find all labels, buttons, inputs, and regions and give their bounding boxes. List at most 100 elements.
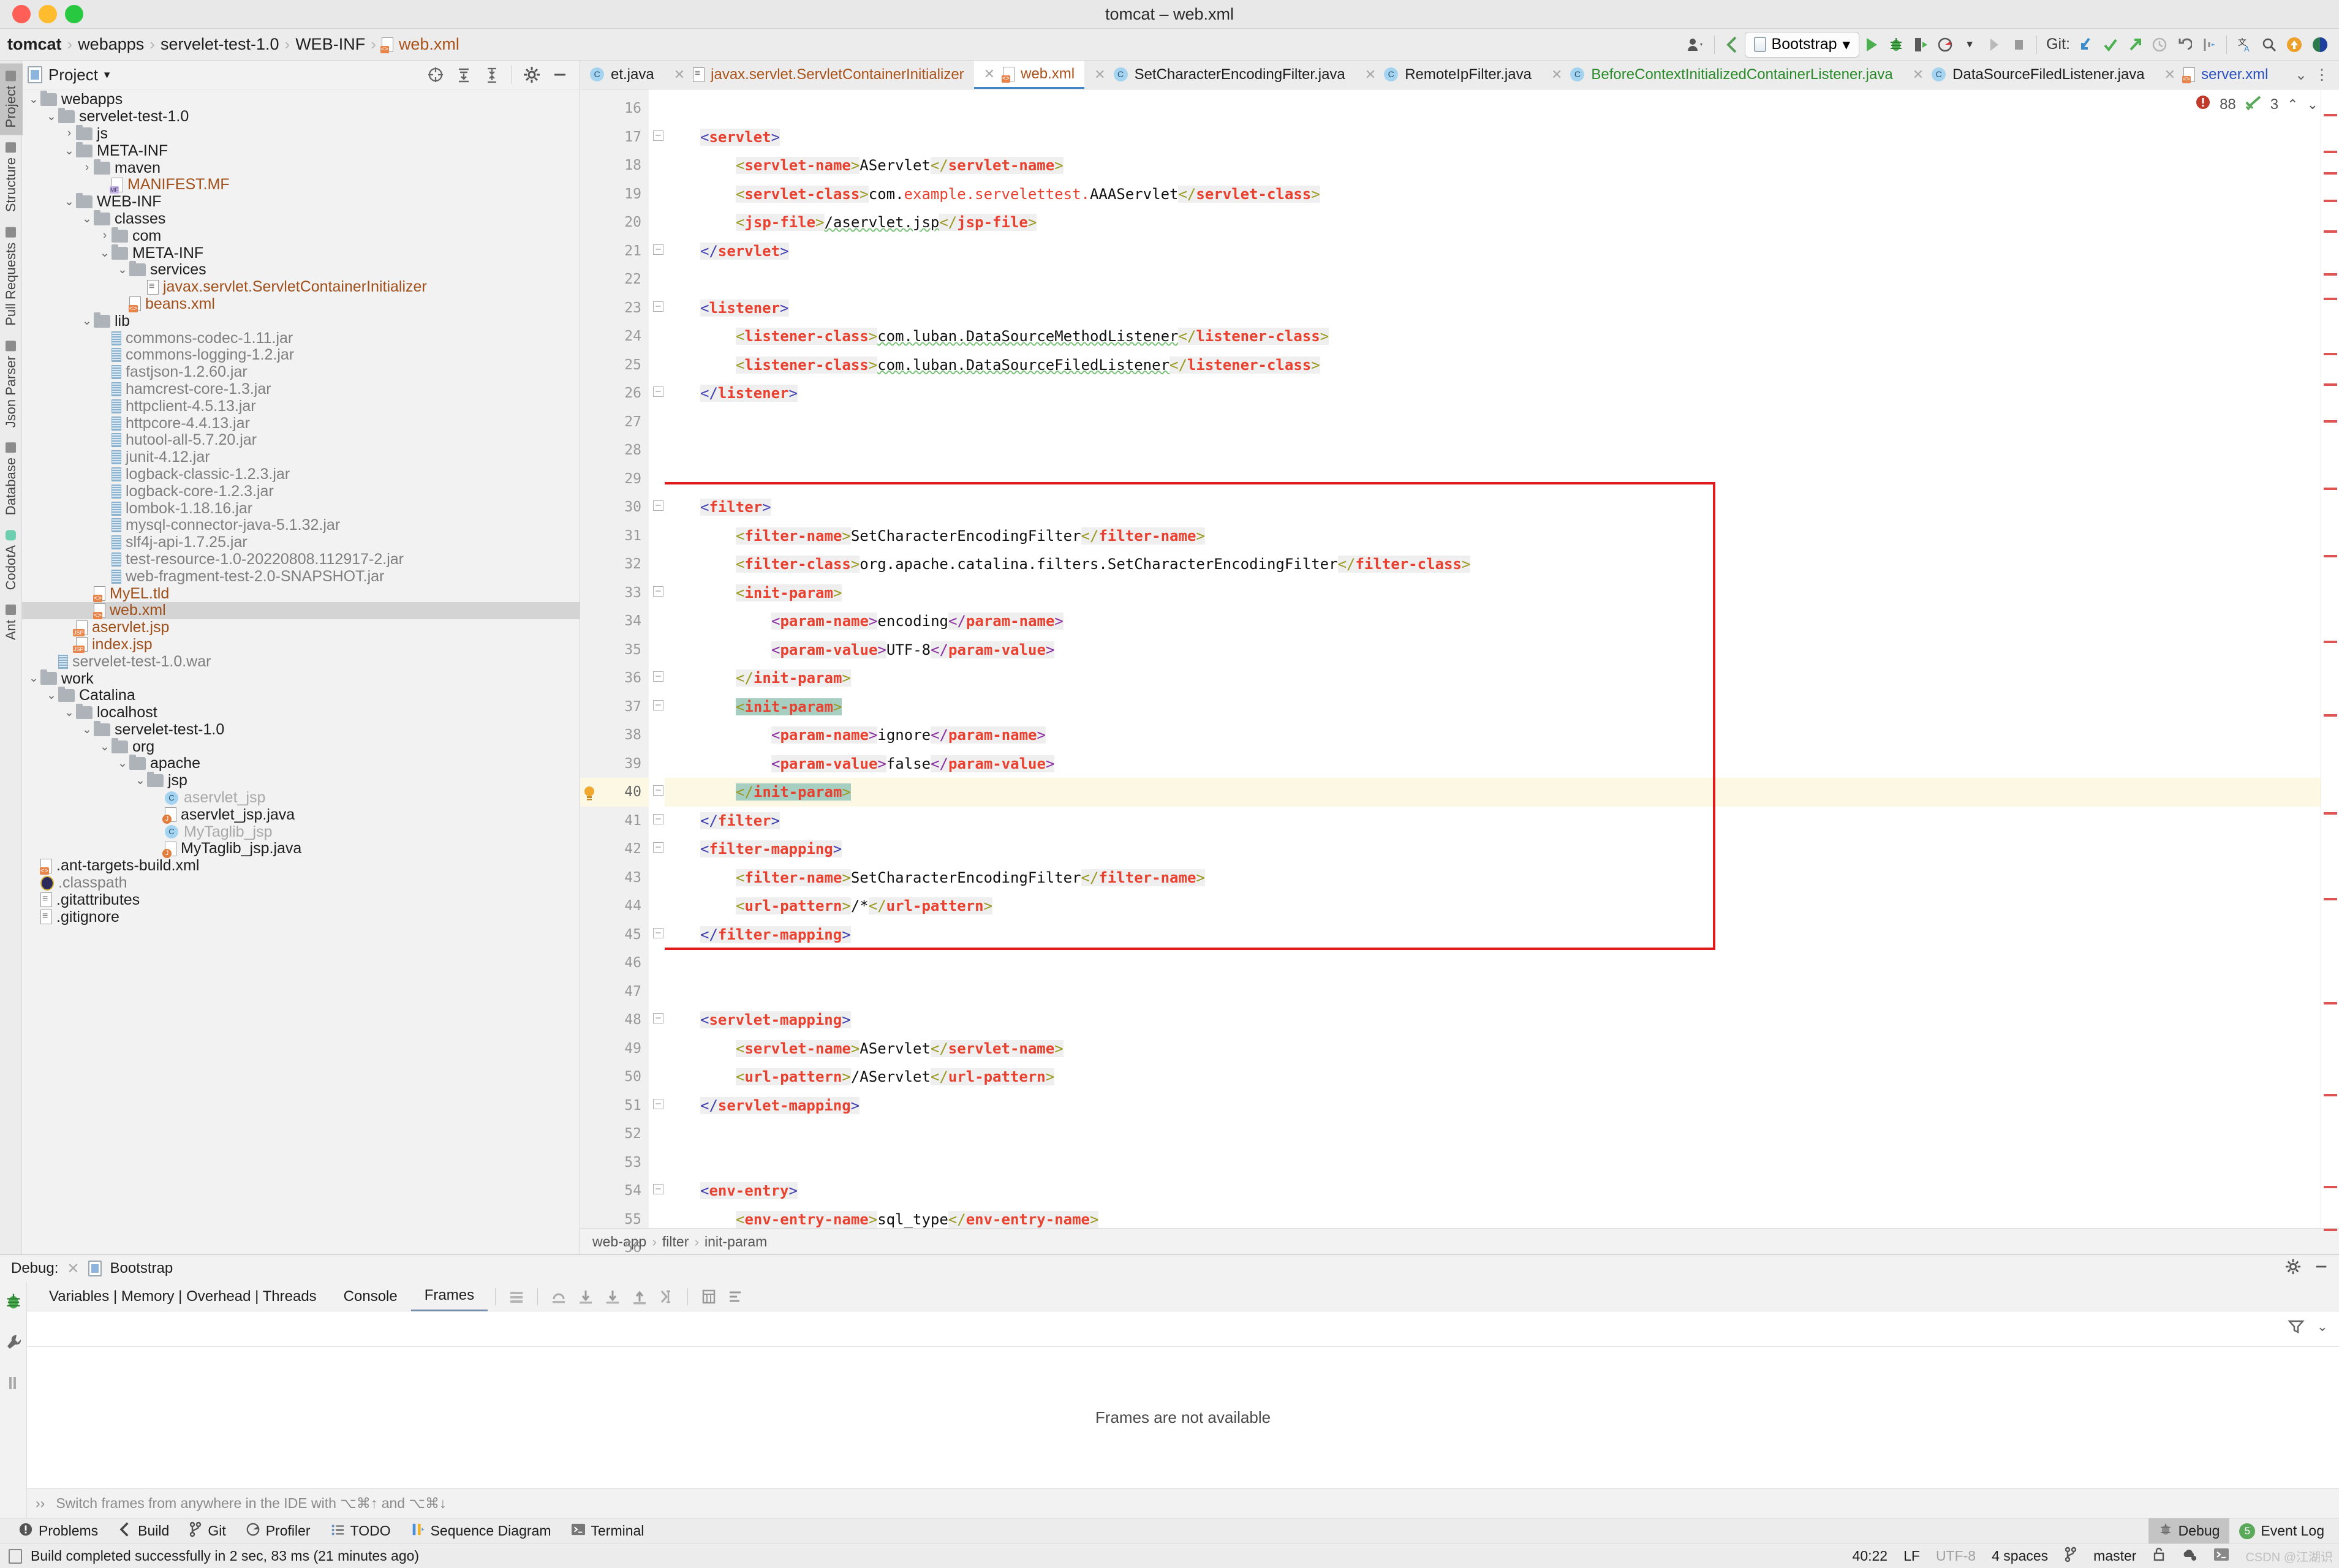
tree-node[interactable]: ⌄ META-INF <box>22 244 580 262</box>
fold-end-icon[interactable]: – <box>653 927 663 938</box>
debug-tab[interactable]: Console <box>330 1282 411 1311</box>
tree-node[interactable]: ⌄ classes <box>22 209 580 228</box>
code-line[interactable]: </filter> <box>665 807 2321 835</box>
tool-strip-project[interactable]: Project <box>0 63 23 135</box>
tool-window-profiler[interactable]: Profiler <box>236 1518 320 1544</box>
tool-strip-codota[interactable]: CodotA <box>0 522 23 597</box>
code-line[interactable]: <init-param> <box>665 579 2321 608</box>
breadcrumb-item-file[interactable]: web.xml <box>379 35 462 54</box>
code-line[interactable]: <init-param> <box>665 693 2321 722</box>
tree-node[interactable]: MyEL.tld <box>22 585 580 602</box>
code-content[interactable]: <servlet> <servlet-name>AServlet</servlet… <box>665 89 2321 1228</box>
tree-node[interactable]: servelet-test-1.0.war <box>22 653 580 670</box>
back-arrow-icon[interactable] <box>1720 31 1745 58</box>
settings-wrench-icon[interactable] <box>4 1333 23 1355</box>
tree-node[interactable]: ⌄ servelet-test-1.0 <box>22 108 580 126</box>
tree-node[interactable]: web.xml <box>22 601 580 619</box>
tool-window-debug[interactable]: Debug <box>2148 1518 2230 1544</box>
editor-breadcrumb[interactable]: web-app › filter › init-param <box>580 1228 2339 1254</box>
editor-tab[interactable]: ✕ web.xml <box>973 61 1085 89</box>
chevron-down-icon[interactable]: ⌄ <box>80 723 94 737</box>
chevron-down-icon[interactable]: ▾ <box>104 68 110 82</box>
fold-region[interactable]: – <box>649 835 665 864</box>
chevron-down-icon[interactable]: ⌄ <box>134 774 147 788</box>
tree-node[interactable]: beans.xml <box>22 295 580 313</box>
tool-strip-structure[interactable]: Structure <box>0 135 23 219</box>
tree-node[interactable]: slf4j-api-1.7.25.jar <box>22 533 580 551</box>
fold-collapse-icon[interactable]: – <box>653 1184 663 1194</box>
fold-region[interactable]: – <box>649 664 665 693</box>
code-line[interactable] <box>665 465 2321 494</box>
step-over-icon[interactable] <box>545 1283 572 1310</box>
editor-breadcrumb-item[interactable]: filter <box>662 1234 689 1250</box>
rollback-icon[interactable] <box>2172 31 2196 58</box>
user-avatar-icon[interactable] <box>1682 31 1709 58</box>
tree-node[interactable]: hamcrest-core-1.3.jar <box>22 380 580 398</box>
code-line[interactable]: <env-entry-name>sql_type</env-entry-name… <box>665 1205 2321 1229</box>
code-line[interactable]: <url-pattern>/AServlet</url-pattern> <box>665 1063 2321 1091</box>
tree-node[interactable]: web-fragment-test-2.0-SNAPSHOT.jar <box>22 568 580 585</box>
chevron-down-icon[interactable]: ⌄ <box>62 195 76 209</box>
tree-node[interactable]: index.jsp <box>22 636 580 654</box>
code-line[interactable]: <filter-mapping> <box>665 835 2321 864</box>
stop-icon[interactable] <box>2006 31 2031 58</box>
tree-node[interactable]: ⌄ jsp <box>22 772 580 790</box>
code-line[interactable]: <filter-name>SetCharacterEncodingFilter<… <box>665 522 2321 551</box>
fold-collapse-icon[interactable]: – <box>653 301 663 312</box>
chevron-down-icon[interactable]: ⌄ <box>116 263 129 277</box>
close-tab-icon[interactable]: ✕ <box>1094 67 1105 83</box>
mute-breakpoints-icon[interactable] <box>5 1374 22 1395</box>
upload-icon[interactable] <box>2281 31 2307 58</box>
fold-end-icon[interactable]: – <box>653 244 663 255</box>
close-tab-icon[interactable]: ✕ <box>1913 67 1924 83</box>
fold-region[interactable]: – <box>649 379 665 408</box>
tree-node[interactable]: ⌄ services <box>22 261 580 279</box>
fold-collapse-icon[interactable]: – <box>653 586 663 597</box>
tree-node[interactable]: .gitignore <box>22 908 580 925</box>
editor-tab[interactable]: ✕ server.xml <box>2155 61 2278 89</box>
tree-node[interactable]: ⌄ localhost <box>22 704 580 722</box>
evaluate-expression-icon[interactable] <box>695 1283 722 1310</box>
fold-collapse-icon[interactable]: – <box>653 500 663 511</box>
tree-node[interactable]: hutool-all-5.7.20.jar <box>22 431 580 449</box>
tree-node[interactable]: ⌄ work <box>22 669 580 687</box>
tree-node[interactable]: ⌄ WEB-INF <box>22 193 580 211</box>
tree-node[interactable]: › com <box>22 227 580 244</box>
show-hidden-tabs-icon[interactable]: ⌄ <box>2295 66 2307 84</box>
debug-icon[interactable] <box>4 1292 23 1314</box>
code-line[interactable]: <filter> <box>665 493 2321 522</box>
fold-region[interactable]: – <box>649 693 665 722</box>
caret-position[interactable]: 40:22 <box>1853 1548 1888 1564</box>
tree-node[interactable]: httpcore-4.4.13.jar <box>22 415 580 432</box>
fold-end-icon[interactable]: – <box>653 671 663 682</box>
select-opened-file-icon[interactable] <box>421 62 450 87</box>
tool-window-terminal[interactable]: Terminal <box>561 1518 654 1544</box>
commit-icon[interactable] <box>2098 31 2123 58</box>
fold-end-icon[interactable]: – <box>653 813 663 824</box>
editor-tab[interactable]: ✕ RemoteIpFilter.java <box>1355 61 1541 89</box>
code-line[interactable]: <param-value>UTF-8</param-value> <box>665 636 2321 665</box>
tool-window-todo[interactable]: TODO <box>320 1518 401 1544</box>
tree-node[interactable]: .classpath <box>22 874 580 892</box>
code-line[interactable]: <servlet-mapping> <box>665 1006 2321 1035</box>
tree-node[interactable]: fastjson-1.2.60.jar <box>22 363 580 381</box>
indent-setting[interactable]: 4 spaces <box>1992 1548 2048 1564</box>
next-problem-icon[interactable]: ⌄ <box>2307 97 2318 113</box>
fold-region[interactable]: – <box>649 778 665 807</box>
tree-node[interactable]: aservlet.jsp <box>22 619 580 636</box>
memory-indicator-icon[interactable] <box>9 1548 22 1564</box>
intention-bulb-icon[interactable] <box>583 783 596 801</box>
code-line[interactable]: <servlet-name>AServlet</servlet-name> <box>665 1035 2321 1063</box>
tree-node[interactable]: .gitattributes <box>22 891 580 908</box>
fold-end-icon[interactable]: – <box>653 785 663 796</box>
tree-node[interactable]: ⌄ servelet-test-1.0 <box>22 720 580 738</box>
tree-node[interactable]: mysql-connector-java-5.1.32.jar <box>22 516 580 534</box>
close-tab-icon[interactable]: ✕ <box>674 67 685 83</box>
force-step-into-icon[interactable] <box>599 1283 626 1310</box>
chevron-down-icon[interactable]: ⌄ <box>80 314 94 328</box>
tree-node[interactable]: › maven <box>22 159 580 176</box>
chevron-down-icon[interactable]: ⌄ <box>27 671 40 685</box>
expand-all-icon[interactable] <box>450 62 478 87</box>
fold-region[interactable]: – <box>649 123 665 152</box>
tool-strip-ant[interactable]: Ant <box>0 597 23 647</box>
